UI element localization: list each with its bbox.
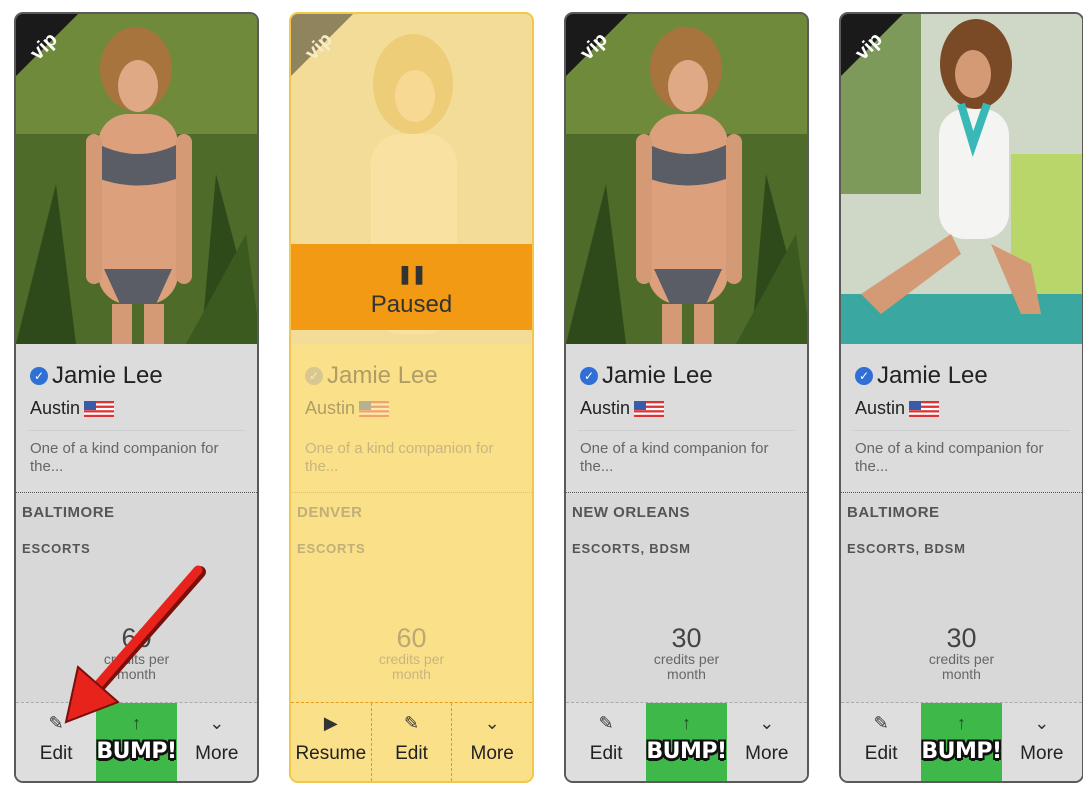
more-label: More xyxy=(1020,743,1064,764)
listing-card-4: vip ✓ Jamie Lee Austin One of a kind com… xyxy=(839,12,1083,783)
listing-location: BALTIMORE xyxy=(22,504,115,521)
chevron-down-icon: ⌄ xyxy=(484,713,500,733)
verified-icon: ✓ xyxy=(305,367,323,385)
listing-city: Austin xyxy=(305,398,356,418)
listing-name[interactable]: Jamie Lee xyxy=(602,362,713,390)
credits-value: 30 xyxy=(671,623,702,653)
bump-button[interactable]: ↑ BUMP! xyxy=(921,703,1002,781)
bump-arrow-icon: ↑ xyxy=(956,713,966,733)
listing-description: One of a kind companion for the... xyxy=(855,440,1044,475)
more-button[interactable]: ⌄ More xyxy=(1002,703,1082,781)
paused-status-banner: ❚❚ Paused xyxy=(291,244,532,330)
edit-label: Edit xyxy=(395,743,428,764)
bump-button[interactable]: ↑ BUMP! xyxy=(646,703,727,781)
us-flag-icon xyxy=(359,400,390,417)
listing-city: Austin xyxy=(580,398,631,418)
paused-label: Paused xyxy=(370,291,453,318)
bump-label: BUMP! xyxy=(96,739,177,764)
edit-button[interactable]: ✎ Edit xyxy=(370,703,452,781)
credits-label: credits per month xyxy=(928,651,995,682)
bump-label: BUMP! xyxy=(921,739,1002,764)
listing-card-2: vip ❚❚ Paused ✓ Jamie Lee Austin One of … xyxy=(289,12,534,783)
listing-categories: ESCORTS xyxy=(297,541,366,556)
us-flag-icon xyxy=(909,400,940,417)
chevron-down-icon: ⌄ xyxy=(1034,713,1050,733)
listing-location: NEW ORLEANS xyxy=(572,504,690,521)
listing-name[interactable]: Jamie Lee xyxy=(52,362,163,390)
listing-location: BALTIMORE xyxy=(847,504,940,521)
credits-value: 60 xyxy=(396,623,427,653)
credits-label: credits per month xyxy=(378,651,445,682)
edit-icon: ✎ xyxy=(873,713,889,733)
credits-value: 30 xyxy=(946,623,977,653)
edit-button[interactable]: ✎ Edit xyxy=(566,703,646,781)
listing-description: One of a kind companion for the... xyxy=(305,440,494,475)
listing-description: One of a kind companion for the... xyxy=(580,440,769,475)
listing-location: DENVER xyxy=(297,504,363,521)
credits-info: 30 credits per month xyxy=(841,624,1082,682)
vip-badge: vip xyxy=(841,14,903,76)
credits-info: 60 credits per month xyxy=(291,624,532,682)
vip-badge: vip xyxy=(16,14,78,76)
more-label: More xyxy=(470,743,514,764)
listing-name[interactable]: Jamie Lee xyxy=(877,362,988,390)
listing-name[interactable]: Jamie Lee xyxy=(327,362,438,390)
listing-city: Austin xyxy=(30,398,81,418)
edit-label: Edit xyxy=(864,743,898,764)
us-flag-icon xyxy=(634,400,665,417)
edit-button[interactable]: ✎ Edit xyxy=(841,703,921,781)
credits-info: 30 credits per month xyxy=(566,624,807,682)
resume-label: Resume xyxy=(295,743,367,764)
listing-city: Austin xyxy=(855,398,906,418)
verified-icon: ✓ xyxy=(580,367,598,385)
more-button[interactable]: ⌄ More xyxy=(451,703,532,781)
resume-button[interactable]: ▶ Resume xyxy=(291,703,371,781)
edit-label: Edit xyxy=(589,743,623,764)
pause-icon: ❚❚ xyxy=(397,264,426,284)
vip-badge: vip xyxy=(566,14,628,76)
verified-icon: ✓ xyxy=(855,367,873,385)
verified-icon: ✓ xyxy=(30,367,48,385)
annotation-arrow-icon xyxy=(64,565,206,724)
listing-categories: ESCORTS, BDSM xyxy=(572,541,691,556)
more-label: More xyxy=(195,743,239,764)
bump-arrow-icon: ↑ xyxy=(681,713,691,733)
play-icon: ▶ xyxy=(323,713,338,733)
vip-badge: vip xyxy=(291,14,353,76)
more-button[interactable]: ⌄ More xyxy=(727,703,807,781)
chevron-down-icon: ⌄ xyxy=(759,713,775,733)
more-label: More xyxy=(745,743,789,764)
us-flag-icon xyxy=(84,400,115,417)
listing-description: One of a kind companion for the... xyxy=(30,440,219,475)
edit-icon: ✎ xyxy=(598,713,614,733)
bump-label: BUMP! xyxy=(646,739,727,764)
credits-label: credits per month xyxy=(653,651,720,682)
listing-card-3: vip ✓ Jamie Lee Austin One of a kind com… xyxy=(564,12,809,783)
edit-icon: ✎ xyxy=(403,713,420,733)
edit-label: Edit xyxy=(39,743,73,764)
listing-categories: ESCORTS xyxy=(22,541,91,556)
listing-categories: ESCORTS, BDSM xyxy=(847,541,966,556)
